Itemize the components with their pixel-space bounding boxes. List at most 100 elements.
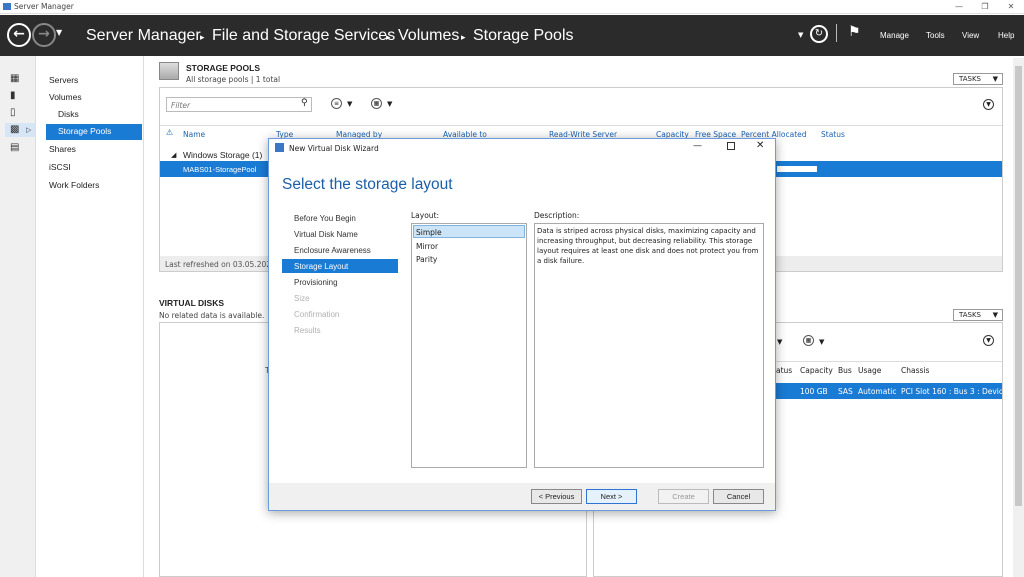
virtual-disks-title: VIRTUAL DISKS bbox=[159, 298, 225, 308]
warning-column-icon: ⚠ bbox=[166, 128, 174, 137]
chevron-down-icon: ▼ bbox=[992, 75, 998, 83]
physical-disks-tasks-button[interactable]: TASKS ▼ bbox=[953, 309, 1003, 321]
step-size: Size bbox=[294, 294, 310, 303]
percent-allocated-bar bbox=[777, 166, 817, 172]
dialog-minimize-button[interactable]: — bbox=[693, 141, 702, 151]
dialog-title: New Virtual Disk Wizard bbox=[289, 144, 379, 153]
nav-work-folders[interactable]: Work Folders bbox=[49, 180, 99, 190]
col-chassis[interactable]: Chassis bbox=[901, 366, 929, 375]
disk-capacity: 100 GB bbox=[800, 387, 828, 396]
layout-option-parity[interactable]: Parity bbox=[416, 255, 437, 264]
breadcrumb-server-manager[interactable]: Server Manager bbox=[86, 27, 201, 45]
dashboard-icon[interactable]: ▦ bbox=[10, 74, 20, 84]
disk-bus: SAS bbox=[838, 387, 853, 396]
all-servers-icon[interactable]: ▯ bbox=[10, 108, 20, 118]
menu-manage[interactable]: Manage bbox=[880, 31, 909, 40]
left-icon-rail: ▦ ▮ ▯ ▩ ▷ ▤ bbox=[0, 56, 36, 577]
nav-shares[interactable]: Shares bbox=[49, 144, 76, 154]
file-storage-icon[interactable]: ▩ bbox=[10, 125, 20, 135]
step-results: Results bbox=[294, 326, 321, 335]
nav-disks[interactable]: Disks bbox=[58, 109, 79, 119]
dialog-maximize-button[interactable] bbox=[727, 142, 735, 150]
create-button: Create bbox=[658, 489, 709, 504]
expand-section-icon[interactable]: ▼ bbox=[983, 99, 994, 110]
col-status[interactable]: Status bbox=[821, 130, 845, 139]
description-label: Description: bbox=[534, 211, 580, 220]
back-arrow-icon[interactable]: ← bbox=[7, 23, 31, 47]
navigation-pane: Servers Volumes Disks Storage Pools Shar… bbox=[36, 56, 144, 577]
dialog-close-button[interactable]: ✕ bbox=[756, 140, 764, 151]
save-query-dropdown-icon[interactable]: ▼ bbox=[387, 100, 392, 108]
step-virtual-disk-name[interactable]: Virtual Disk Name bbox=[294, 230, 358, 239]
save-query-icon[interactable]: ▦ bbox=[803, 335, 814, 346]
group-windows-storage[interactable]: Windows Storage (1) bbox=[183, 150, 262, 160]
layout-option-simple[interactable]: Simple bbox=[416, 228, 442, 237]
nav-iscsi[interactable]: iSCSI bbox=[49, 162, 71, 172]
refresh-icon[interactable]: ↻ bbox=[810, 25, 828, 43]
last-refreshed: Last refreshed on 03.05.2025 bbox=[165, 260, 276, 269]
server-manager-app-icon bbox=[3, 3, 11, 10]
menu-view[interactable]: View bbox=[962, 31, 979, 40]
previous-button[interactable]: < Previous bbox=[531, 489, 582, 504]
list-options-icon[interactable]: ≡ bbox=[331, 98, 342, 109]
notifications-flag-icon[interactable]: ⚑ bbox=[848, 24, 861, 40]
wizard-app-icon bbox=[275, 143, 284, 152]
forward-arrow-icon[interactable]: → bbox=[32, 23, 56, 47]
breadcrumb-separator-icon: ▸ bbox=[200, 32, 205, 42]
description-text: Data is striped across physical disks, m… bbox=[537, 227, 759, 265]
header-divider-line bbox=[160, 125, 1002, 126]
menu-help[interactable]: Help bbox=[998, 31, 1014, 40]
expand-arrow-icon[interactable]: ▷ bbox=[26, 126, 31, 134]
step-enclosure-awareness[interactable]: Enclosure Awareness bbox=[294, 246, 371, 255]
step-before-you-begin[interactable]: Before You Begin bbox=[294, 214, 356, 223]
layout-label: Layout: bbox=[411, 211, 440, 220]
history-dropdown-icon[interactable]: ▼ bbox=[56, 28, 62, 37]
disk-usage: Automatic bbox=[858, 387, 897, 396]
list-options-dropdown-icon[interactable]: ▼ bbox=[777, 338, 782, 346]
dialog-heading: Select the storage layout bbox=[282, 176, 453, 193]
window-title: Server Manager bbox=[14, 2, 74, 11]
maximize-button[interactable]: ❐ bbox=[978, 1, 992, 13]
storage-pools-section-icon bbox=[159, 62, 179, 80]
chevron-down-icon: ▼ bbox=[992, 311, 998, 319]
breadcrumb-storage-pools[interactable]: Storage Pools bbox=[473, 27, 574, 45]
cancel-button[interactable]: Cancel bbox=[713, 489, 764, 504]
storage-pools-tasks-button[interactable]: TASKS ▼ bbox=[953, 73, 1003, 85]
local-server-icon[interactable]: ▮ bbox=[10, 91, 20, 101]
layout-option-mirror[interactable]: Mirror bbox=[416, 242, 438, 251]
col-name[interactable]: Name bbox=[183, 130, 205, 139]
search-icon[interactable]: ⚲ bbox=[301, 98, 308, 108]
refresh-dropdown-icon[interactable]: ▼ bbox=[798, 31, 803, 39]
storage-pools-subtitle: All storage pools | 1 total bbox=[186, 75, 281, 84]
nav-servers[interactable]: Servers bbox=[49, 75, 78, 85]
step-provisioning[interactable]: Provisioning bbox=[294, 278, 338, 287]
nav-volumes[interactable]: Volumes bbox=[49, 92, 82, 102]
breadcrumb-file-storage[interactable]: File and Storage Services bbox=[212, 27, 395, 45]
virtual-disks-subtitle: No related data is available. bbox=[159, 311, 265, 320]
nav-storage-pools[interactable]: Storage Pools bbox=[58, 126, 111, 136]
minimize-button[interactable]: — bbox=[952, 1, 966, 13]
step-storage-layout[interactable]: Storage Layout bbox=[294, 262, 348, 271]
col-capacity[interactable]: Capacity bbox=[800, 366, 833, 375]
physical-disk-row-selected[interactable]: 100 GB SAS Automatic PCI Slot 160 : Bus … bbox=[776, 383, 1002, 399]
list-options-dropdown-icon[interactable]: ▼ bbox=[347, 100, 352, 108]
menu-tools[interactable]: Tools bbox=[926, 31, 945, 40]
col-usage[interactable]: Usage bbox=[858, 366, 881, 375]
app-header: ← → ▼ Server Manager ▸ File and Storage … bbox=[0, 15, 1024, 56]
save-query-dropdown-icon[interactable]: ▼ bbox=[819, 338, 824, 346]
save-query-icon[interactable]: ▦ bbox=[371, 98, 382, 109]
next-button[interactable]: Next > bbox=[586, 489, 637, 504]
new-virtual-disk-wizard: New Virtual Disk Wizard — ✕ Select the s… bbox=[268, 138, 776, 511]
col-bus[interactable]: Bus bbox=[838, 366, 852, 375]
storage-pools-title: STORAGE POOLS bbox=[186, 63, 260, 73]
row-name[interactable]: MABS01-StoragePool bbox=[183, 165, 256, 174]
scrollbar-thumb[interactable] bbox=[1015, 66, 1022, 506]
close-window-button[interactable]: ✕ bbox=[1004, 1, 1018, 13]
filter-input[interactable]: Filter bbox=[166, 97, 312, 112]
col-status-partial[interactable]: atus bbox=[776, 366, 792, 375]
expand-section-icon[interactable]: ▼ bbox=[983, 335, 994, 346]
group-collapse-icon[interactable]: ◢ bbox=[171, 151, 176, 159]
window-title-bar: Server Manager — ❐ ✕ bbox=[0, 0, 1024, 14]
iis-icon[interactable]: ▤ bbox=[10, 143, 20, 153]
breadcrumb-volumes[interactable]: Volumes bbox=[398, 27, 459, 45]
